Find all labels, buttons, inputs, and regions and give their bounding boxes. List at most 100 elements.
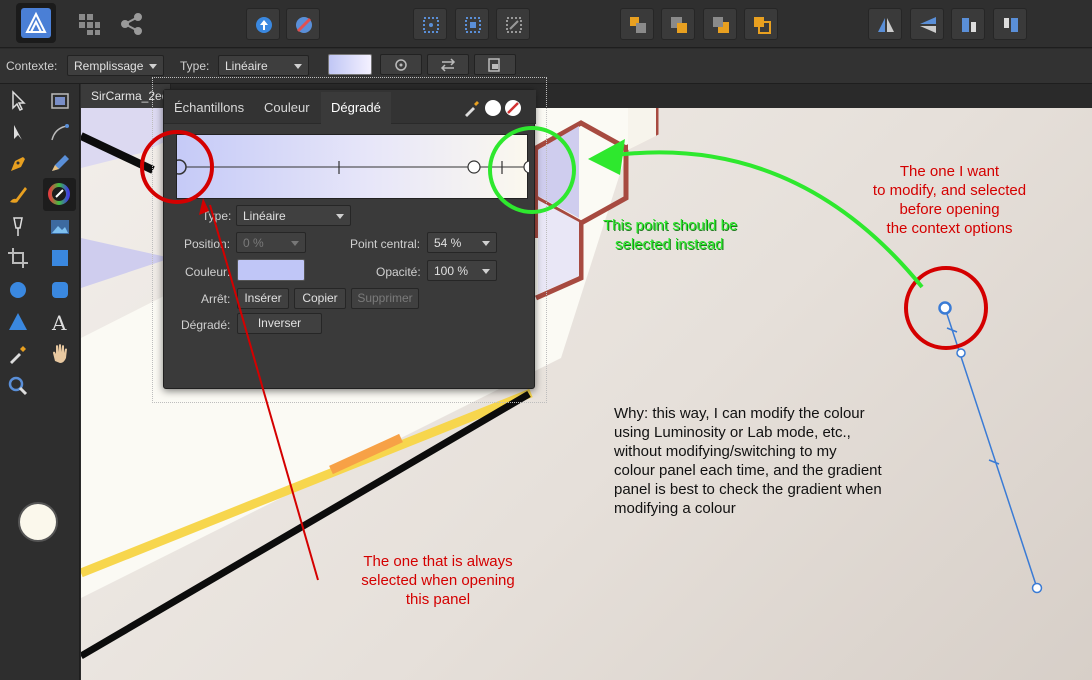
opacity-value: 100 % bbox=[434, 264, 469, 278]
persona-grid-icon[interactable] bbox=[75, 10, 103, 38]
zoom-tool-icon[interactable] bbox=[5, 373, 31, 399]
context-toolbar: Contexte: Remplissage Type: Linéaire bbox=[0, 49, 1092, 84]
panel-type-dropdown[interactable]: Linéaire bbox=[236, 205, 351, 226]
gradient-stop-first[interactable] bbox=[177, 159, 187, 175]
tab-gradient[interactable]: Dégradé bbox=[331, 100, 381, 115]
document-tab[interactable]: SirCarma_2ed bbox=[81, 84, 171, 108]
midpoint-value: 54 % bbox=[434, 236, 462, 250]
rotate-left-button[interactable] bbox=[951, 8, 985, 40]
rotate-right-icon bbox=[1004, 18, 1018, 32]
annotation-always-selected: The one that is always selected when ope… bbox=[330, 552, 546, 609]
reverse-button[interactable]: Inverser bbox=[237, 313, 322, 334]
rounded-rectangle-tool-icon[interactable] bbox=[47, 277, 73, 303]
annotation-line: The one I want bbox=[899, 163, 1000, 180]
gradient-stop-middle[interactable] bbox=[467, 160, 481, 174]
pen-tool-icon[interactable] bbox=[5, 151, 31, 177]
white-color-icon[interactable] bbox=[484, 99, 502, 117]
arrange-back-button[interactable] bbox=[620, 8, 654, 40]
rotate-right-button[interactable] bbox=[993, 8, 1027, 40]
annotation-why: Why: this way, I can modify the colour u… bbox=[614, 404, 964, 518]
annotation-line: this panel bbox=[405, 591, 471, 608]
panel-type-value: Linéaire bbox=[243, 209, 286, 223]
pencil-tool-icon[interactable] bbox=[47, 151, 73, 177]
gradient-mid-handle[interactable] bbox=[956, 348, 966, 358]
type-dropdown[interactable]: Linéaire bbox=[218, 55, 309, 76]
app-logo-icon[interactable] bbox=[16, 3, 56, 43]
fill-swatch-button[interactable] bbox=[328, 54, 372, 75]
arrange-backward-button[interactable] bbox=[661, 8, 695, 40]
opacity-field[interactable]: 100 % bbox=[427, 260, 497, 281]
stop-color-well[interactable] bbox=[237, 259, 305, 281]
annotation-line: before opening bbox=[899, 201, 1000, 218]
flip-horizontal-button[interactable] bbox=[868, 8, 902, 40]
ellipse-tool-icon[interactable] bbox=[5, 277, 31, 303]
move-tool-icon[interactable] bbox=[5, 88, 31, 114]
snap-node-button[interactable] bbox=[496, 8, 530, 40]
transparency-tool-icon[interactable] bbox=[5, 214, 31, 240]
reset-gradient-button[interactable] bbox=[380, 54, 422, 75]
gradient-end-handle[interactable] bbox=[1031, 582, 1043, 594]
reset-icon bbox=[395, 59, 407, 71]
fill-tool-button[interactable] bbox=[43, 178, 76, 211]
copy-stop-button[interactable]: Copier bbox=[294, 288, 346, 309]
arrange-backward-icon bbox=[671, 17, 687, 33]
artboard-tool-icon[interactable] bbox=[47, 88, 73, 114]
snap-bbox-button[interactable] bbox=[455, 8, 489, 40]
place-image-tool-icon[interactable] bbox=[47, 214, 73, 240]
position-field[interactable]: 0 % bbox=[236, 232, 306, 253]
arrange-front-button[interactable] bbox=[744, 8, 778, 40]
flip-vertical-icon bbox=[920, 17, 936, 33]
corner-tool-icon[interactable] bbox=[47, 120, 73, 146]
lock-icon bbox=[488, 58, 500, 72]
art-hex-fill-3 bbox=[628, 108, 656, 150]
snap-grid-button[interactable] bbox=[413, 8, 447, 40]
snap-grid-icon bbox=[423, 17, 439, 33]
flip-vertical-button[interactable] bbox=[910, 8, 944, 40]
gradient-label: Dégradé: bbox=[181, 318, 231, 332]
context-label: Contexte: bbox=[6, 59, 58, 73]
context-dropdown[interactable]: Remplissage bbox=[67, 55, 164, 76]
insert-inside-button[interactable] bbox=[246, 8, 280, 40]
stop-label: Arrêt: bbox=[201, 292, 231, 306]
no-color-icon[interactable] bbox=[504, 99, 522, 117]
insert-stop-button[interactable]: Insérer bbox=[237, 288, 289, 309]
annotation-want-modify: The one I want to modify, and selected b… bbox=[852, 162, 1047, 238]
mask-button[interactable] bbox=[286, 8, 320, 40]
snap-bbox-icon bbox=[465, 17, 481, 33]
type-label: Type: bbox=[180, 59, 210, 73]
gradient-panel: Échantillons Couleur Dégradé Type: Linéa… bbox=[163, 89, 536, 389]
fill-color-swatch[interactable] bbox=[18, 502, 58, 542]
annotation-should-select: This point should be selected instead bbox=[603, 216, 783, 254]
text-tool-icon[interactable]: A bbox=[47, 309, 73, 335]
snap-node-icon bbox=[506, 17, 522, 33]
rectangle-tool-icon[interactable] bbox=[47, 245, 73, 271]
art-band-left bbox=[81, 238, 171, 288]
reverse-gradient-button[interactable] bbox=[427, 54, 469, 75]
gradient-preview[interactable] bbox=[176, 134, 529, 199]
tools-panel: A bbox=[0, 84, 80, 680]
share-icon[interactable] bbox=[118, 10, 146, 38]
context-value: Remplissage bbox=[74, 59, 144, 73]
annotation-line: panel is best to check the gradient when bbox=[614, 481, 882, 498]
tab-color[interactable]: Couleur bbox=[264, 100, 310, 115]
annotation-line: to modify, and selected bbox=[872, 182, 1027, 199]
gradient-start-handle[interactable] bbox=[938, 301, 952, 315]
midpoint-field[interactable]: 54 % bbox=[427, 232, 497, 253]
eyedropper-icon[interactable] bbox=[462, 99, 480, 117]
vector-brush-tool-icon[interactable] bbox=[5, 182, 31, 208]
type-value: Linéaire bbox=[225, 59, 268, 73]
tab-swatches[interactable]: Échantillons bbox=[174, 100, 244, 115]
affinity-logo-icon bbox=[25, 11, 47, 33]
node-tool-icon[interactable] bbox=[5, 120, 31, 146]
color-picker-tool-icon[interactable] bbox=[5, 341, 31, 367]
rotate-left-icon bbox=[962, 18, 976, 32]
color-label: Couleur: bbox=[185, 265, 231, 279]
lock-gradient-button[interactable] bbox=[474, 54, 516, 75]
gradient-stop-last[interactable] bbox=[523, 160, 529, 174]
reverse-icon bbox=[440, 58, 456, 72]
arrange-forward-button[interactable] bbox=[703, 8, 737, 40]
hand-tool-icon[interactable] bbox=[47, 341, 73, 367]
crop-tool-icon[interactable] bbox=[5, 245, 31, 271]
delete-stop-button[interactable]: Supprimer bbox=[351, 288, 419, 309]
triangle-tool-icon[interactable] bbox=[5, 309, 31, 335]
